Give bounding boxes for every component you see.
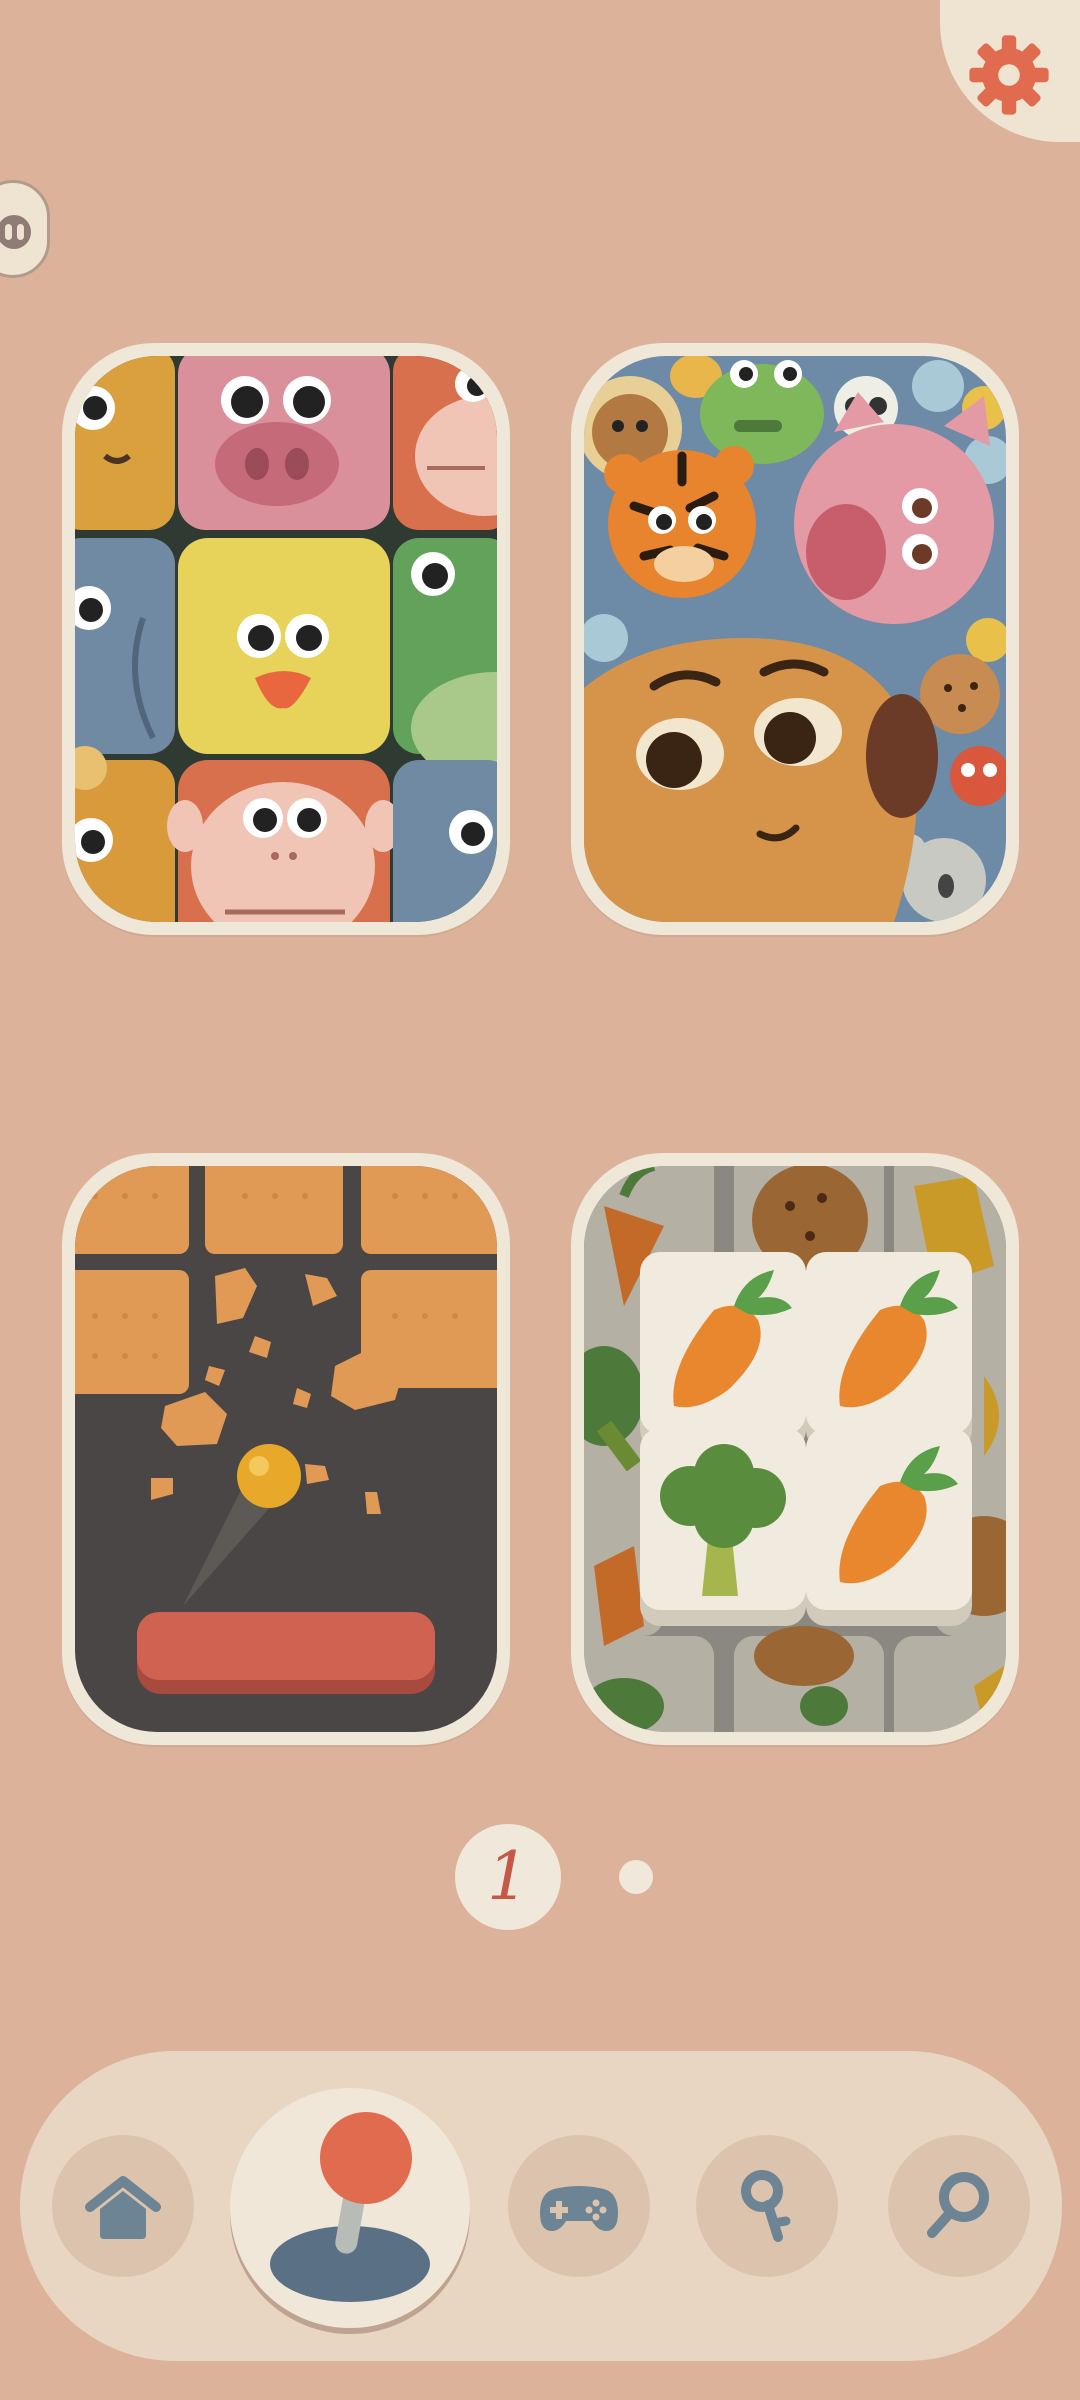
current-page-badge[interactable]: 1 [455, 1824, 561, 1930]
home-icon [85, 2176, 161, 2239]
gamepad-icon [540, 2186, 618, 2231]
key-icon [741, 2170, 791, 2242]
joystick-icon [270, 2112, 430, 2302]
crowd-of-animal-heads-art [584, 356, 1006, 922]
next-page-dot[interactable] [619, 1860, 653, 1894]
page-indicator: 1 [0, 1822, 1080, 1934]
game-card-veggie-tiles[interactable] [571, 1153, 1019, 1745]
settings-button[interactable] [964, 30, 1054, 120]
animal-faces-grid-art [75, 356, 497, 922]
search-icon [927, 2172, 989, 2238]
nav-keys-button[interactable] [696, 2135, 838, 2277]
carrot-broccoli-tiles-art [584, 1166, 1006, 1732]
bottom-navigation [20, 2051, 1062, 2361]
two-dots-icon [0, 215, 31, 249]
gear-icon [969, 35, 1049, 115]
game-card-animal-blocks[interactable] [62, 343, 510, 935]
nav-home-button[interactable] [52, 2135, 194, 2277]
cracker-bricks-and-ball-art [75, 1166, 497, 1732]
nav-search-button[interactable] [888, 2135, 1030, 2277]
game-card-brick-breaker[interactable] [62, 1153, 510, 1745]
side-drawer-handle[interactable] [0, 180, 50, 278]
nav-games-button[interactable] [508, 2135, 650, 2277]
game-card-animal-crowd[interactable] [571, 343, 1019, 935]
nav-play-button[interactable] [230, 2088, 470, 2328]
settings-corner [940, 0, 1080, 142]
